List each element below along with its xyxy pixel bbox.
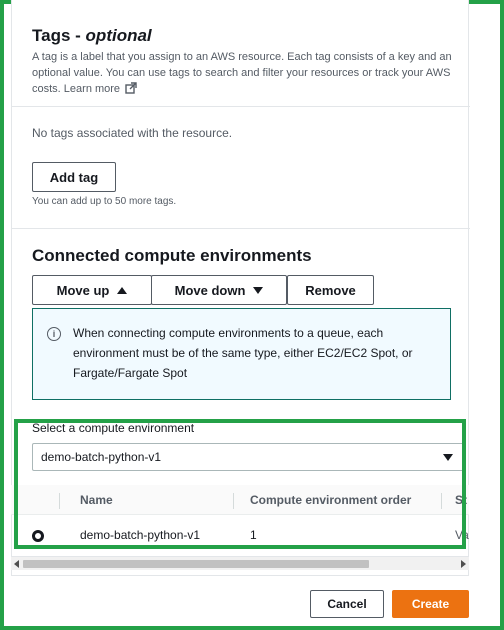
select-label: Select a compute environment [32, 421, 195, 435]
add-tag-button[interactable]: Add tag [32, 162, 116, 192]
tags-section: Tags - optional A tag is a label that yo… [32, 26, 452, 97]
scrollbar-thumb[interactable] [23, 560, 369, 568]
move-down-button[interactable]: Move down [151, 275, 287, 305]
horizontal-scrollbar[interactable] [11, 556, 469, 570]
compute-environment-select[interactable]: demo-batch-python-v1 [32, 443, 464, 471]
tags-description: A tag is a label that you assign to an A… [32, 49, 452, 97]
row-radio-button[interactable] [32, 530, 44, 542]
row-name: demo-batch-python-v1 [80, 528, 201, 542]
column-separator [441, 493, 442, 509]
tags-limit-text: You can add up to 50 more tags. [32, 196, 177, 207]
compute-divider [12, 228, 470, 229]
tags-title-text: Tags - [32, 26, 81, 45]
select-value: demo-batch-python-v1 [41, 450, 162, 464]
scroll-right-icon[interactable] [461, 560, 466, 568]
scroll-left-icon[interactable] [14, 560, 19, 568]
arrow-up-icon [117, 286, 128, 294]
column-header-name[interactable]: Name [80, 493, 113, 507]
caret-down-icon [443, 454, 453, 461]
move-up-button[interactable]: Move up [32, 275, 152, 305]
cancel-label: Cancel [327, 597, 367, 611]
move-up-label: Move up [56, 282, 110, 298]
learn-more-link[interactable]: Learn more [63, 82, 137, 95]
remove-label: Remove [305, 282, 356, 298]
create-button[interactable]: Create [392, 590, 469, 618]
table-header: Name Compute environment order St [11, 485, 469, 515]
column-separator [59, 493, 60, 509]
add-tag-label: Add tag [49, 169, 99, 185]
tags-optional-label: optional [85, 26, 152, 45]
column-separator [233, 493, 234, 509]
row-order: 1 [250, 528, 257, 542]
table-row[interactable]: demo-batch-python-v1 1 Va [11, 520, 469, 550]
row-status: Va [455, 528, 469, 542]
cancel-button[interactable]: Cancel [310, 590, 384, 618]
learn-more-label: Learn more [63, 83, 121, 95]
compute-title: Connected compute environments [32, 246, 312, 265]
info-icon: i [47, 327, 61, 341]
tags-title: Tags - optional [32, 26, 452, 46]
move-down-label: Move down [174, 282, 246, 298]
remove-button[interactable]: Remove [287, 275, 374, 305]
tags-divider [12, 106, 470, 107]
create-label: Create [411, 597, 450, 611]
column-header-status[interactable]: St [455, 493, 467, 507]
arrow-down-icon [253, 286, 264, 294]
column-header-order[interactable]: Compute environment order [250, 493, 411, 507]
external-link-icon [125, 82, 137, 94]
no-tags-text: No tags associated with the resource. [32, 126, 233, 140]
info-alert: i When connecting compute environments t… [32, 308, 451, 400]
info-text: When connecting compute environments to … [73, 326, 413, 380]
